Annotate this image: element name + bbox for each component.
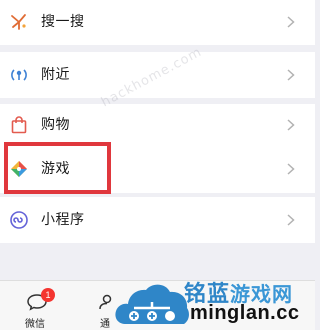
search-sparkle-icon	[11, 14, 26, 30]
cloud-logo-icon	[115, 284, 189, 324]
menu-item-mini-programs[interactable]: 小程序	[0, 197, 315, 243]
menu-item-label: 附近	[41, 67, 70, 83]
menu-item-label: 购物	[41, 117, 70, 133]
tab-label: 通	[100, 319, 110, 330]
chevron-right-icon	[287, 163, 295, 175]
tab-label: 微信	[25, 319, 45, 330]
menu-item-shopping[interactable]: 购物	[0, 104, 315, 146]
menu-item-label: 搜一搜	[41, 14, 85, 30]
menu-item-label: 小程序	[41, 212, 85, 228]
menu-item-label: 游戏	[41, 161, 70, 177]
unread-badge: 1	[41, 288, 55, 302]
chevron-right-icon	[287, 69, 295, 81]
mini-program-icon	[10, 211, 28, 229]
shopping-bag-icon	[11, 116, 27, 134]
chevron-right-icon	[287, 16, 295, 28]
location-icon	[11, 69, 27, 81]
chevron-right-icon	[287, 214, 295, 226]
game-diamond-icon	[11, 161, 27, 177]
logo-domain: minglan.cc	[190, 302, 300, 324]
menu-item-games[interactable]: 游戏	[0, 145, 315, 193]
tab-chats[interactable]: 1 微信	[22, 288, 55, 330]
chevron-right-icon	[287, 119, 295, 131]
menu-item-search[interactable]: 搜一搜	[0, 0, 315, 45]
menu-item-nearby[interactable]: 附近	[0, 52, 315, 98]
brand-logo: 铭蓝游戏网 minglan.cc	[112, 270, 315, 330]
